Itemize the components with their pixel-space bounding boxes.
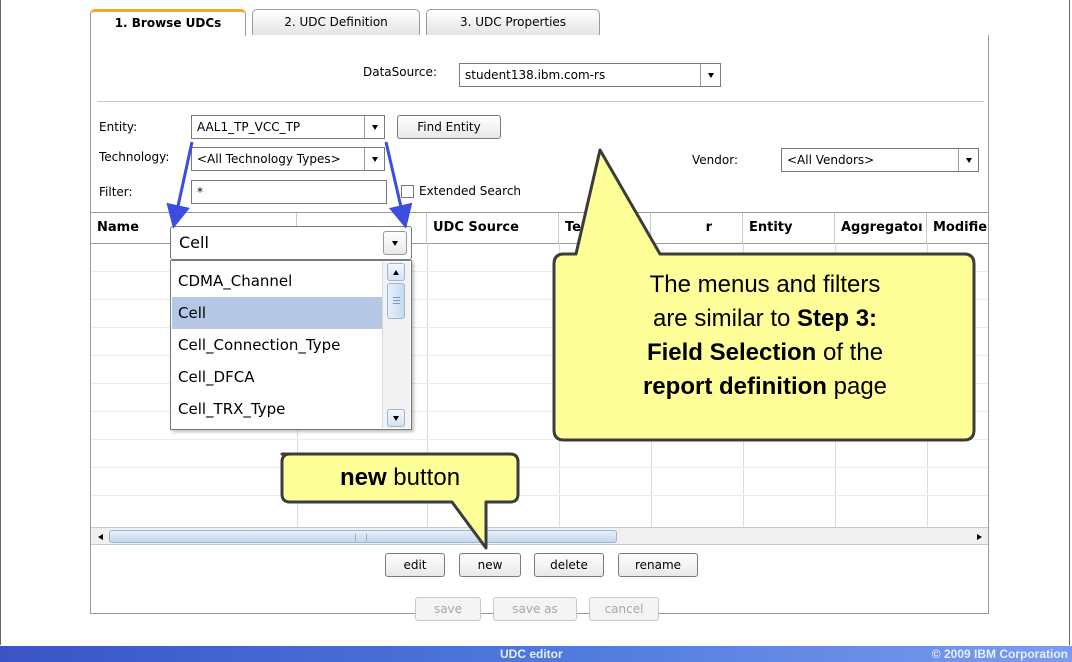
- menus-callout-text: The menus and filters are similar to Ste…: [560, 268, 970, 404]
- column-header-udc-source[interactable]: UDC Source: [427, 213, 559, 243]
- filter-input[interactable]: *: [191, 180, 387, 204]
- table-row[interactable]: [91, 467, 988, 468]
- dropdown-option[interactable]: Cell_Connection_Type: [172, 329, 382, 361]
- chevron-down-icon[interactable]: [364, 116, 384, 138]
- table-row[interactable]: [91, 495, 988, 496]
- column-header-entity[interactable]: Entity: [743, 213, 835, 243]
- datasource-label: DataSource:: [363, 65, 437, 79]
- callout-line: report definition page: [560, 370, 970, 404]
- save-as-button[interactable]: save as: [493, 597, 577, 621]
- scroll-thumb[interactable]: [109, 530, 617, 543]
- cancel-button[interactable]: cancel: [589, 597, 659, 621]
- scroll-right-icon[interactable]: [971, 529, 987, 544]
- new-button-callout-text: new button: [284, 460, 516, 496]
- callout-bold-text: report definition: [642, 373, 827, 400]
- dropdown-option[interactable]: Cell_DFCA: [172, 361, 382, 393]
- column-header-modified[interactable]: Modifie: [927, 213, 988, 243]
- callout-line-text: of the: [816, 339, 884, 366]
- technology-label: Technology:: [99, 150, 170, 164]
- technology-select[interactable]: <All Technology Types>: [191, 147, 385, 171]
- cell-combo-value: Cell: [179, 233, 209, 252]
- extended-search-checkbox[interactable]: [401, 185, 414, 198]
- divider: [97, 101, 984, 102]
- grip-icon: [393, 300, 400, 301]
- vendor-label: Vendor:: [692, 153, 738, 167]
- vendor-value: <All Vendors>: [787, 153, 875, 167]
- callout-line: are similar to Step 3:: [560, 302, 970, 336]
- callout-bold-text: new: [339, 464, 387, 491]
- cell-combo[interactable]: Cell: [170, 226, 412, 260]
- copyright-text: © 2009 IBM Corporation: [931, 647, 1068, 661]
- chevron-down-icon[interactable]: [958, 149, 978, 171]
- rename-button[interactable]: rename: [618, 553, 698, 577]
- dropdown-option[interactable]: Cell_TRX_Type: [172, 393, 382, 425]
- technology-value: <All Technology Types>: [197, 152, 341, 166]
- bottom-bar-title: UDC editor: [500, 647, 563, 661]
- callout-line-text: page: [826, 373, 888, 400]
- extended-search-label: Extended Search: [419, 184, 522, 198]
- tab-browse-udcs[interactable]: 1. Browse UDCs: [90, 9, 246, 36]
- horizontal-scrollbar[interactable]: [91, 527, 988, 545]
- datasource-select[interactable]: student138.ibm.com-rs: [459, 63, 721, 87]
- tab-label: 3. UDC Properties: [459, 15, 567, 29]
- column-header-technology[interactable]: Techno: [559, 213, 651, 243]
- scroll-thumb[interactable]: [387, 283, 405, 319]
- column-header-vendor[interactable]: r: [651, 213, 743, 243]
- grip-icon: [393, 303, 400, 304]
- datasource-value: student138.ibm.com-rs: [465, 68, 606, 82]
- callout-bold-text: Step 3:: [797, 305, 878, 332]
- tab-label: 1. Browse UDCs: [114, 16, 222, 30]
- new-button[interactable]: new: [459, 553, 521, 577]
- callout-line-text: button: [386, 464, 461, 491]
- scroll-left-icon[interactable]: [92, 529, 108, 544]
- scroll-up-icon[interactable]: [387, 263, 405, 281]
- tab-udc-definition[interactable]: 2. UDC Definition: [252, 9, 420, 35]
- scroll-down-icon[interactable]: [387, 409, 405, 427]
- table-row[interactable]: [91, 439, 988, 440]
- entity-value: AAL1_TP_VCC_TP: [197, 120, 301, 134]
- tab-label: 2. UDC Definition: [284, 15, 388, 29]
- entity-label: Entity:: [99, 120, 138, 134]
- callout-line: Field Selection of the: [560, 336, 970, 370]
- bottom-bar: UDC editor © 2009 IBM Corporation: [0, 646, 1072, 662]
- filter-label: Filter:: [99, 185, 133, 199]
- callout-line-text: are similar to: [652, 305, 798, 332]
- dropdown-option-selected[interactable]: Cell: [172, 297, 382, 329]
- grip-icon: [393, 297, 400, 298]
- tab-udc-properties[interactable]: 3. UDC Properties: [426, 9, 600, 35]
- column-header-aggregator[interactable]: Aggregatoı: [835, 213, 927, 243]
- vendor-select[interactable]: <All Vendors>: [781, 148, 979, 172]
- cell-dropdown-list: CDMA_Channel Cell Cell_Connection_Type C…: [170, 260, 412, 430]
- edit-button[interactable]: edit: [385, 553, 445, 577]
- callout-line-text: The menus and filters: [649, 271, 881, 298]
- find-entity-button[interactable]: Find Entity: [397, 115, 501, 139]
- entity-select[interactable]: AAL1_TP_VCC_TP: [191, 115, 385, 139]
- grip-icon: [355, 534, 367, 541]
- save-button[interactable]: save: [415, 597, 481, 621]
- callout-bold-text: Field Selection: [646, 339, 817, 366]
- chevron-down-icon[interactable]: [383, 231, 407, 255]
- chevron-down-icon[interactable]: [364, 148, 384, 170]
- dropdown-option[interactable]: CDMA_Channel: [172, 265, 382, 297]
- callout-line: The menus and filters: [560, 268, 970, 302]
- chevron-down-icon[interactable]: [700, 64, 720, 86]
- delete-button[interactable]: delete: [534, 553, 604, 577]
- dropdown-scrollbar[interactable]: [382, 262, 410, 428]
